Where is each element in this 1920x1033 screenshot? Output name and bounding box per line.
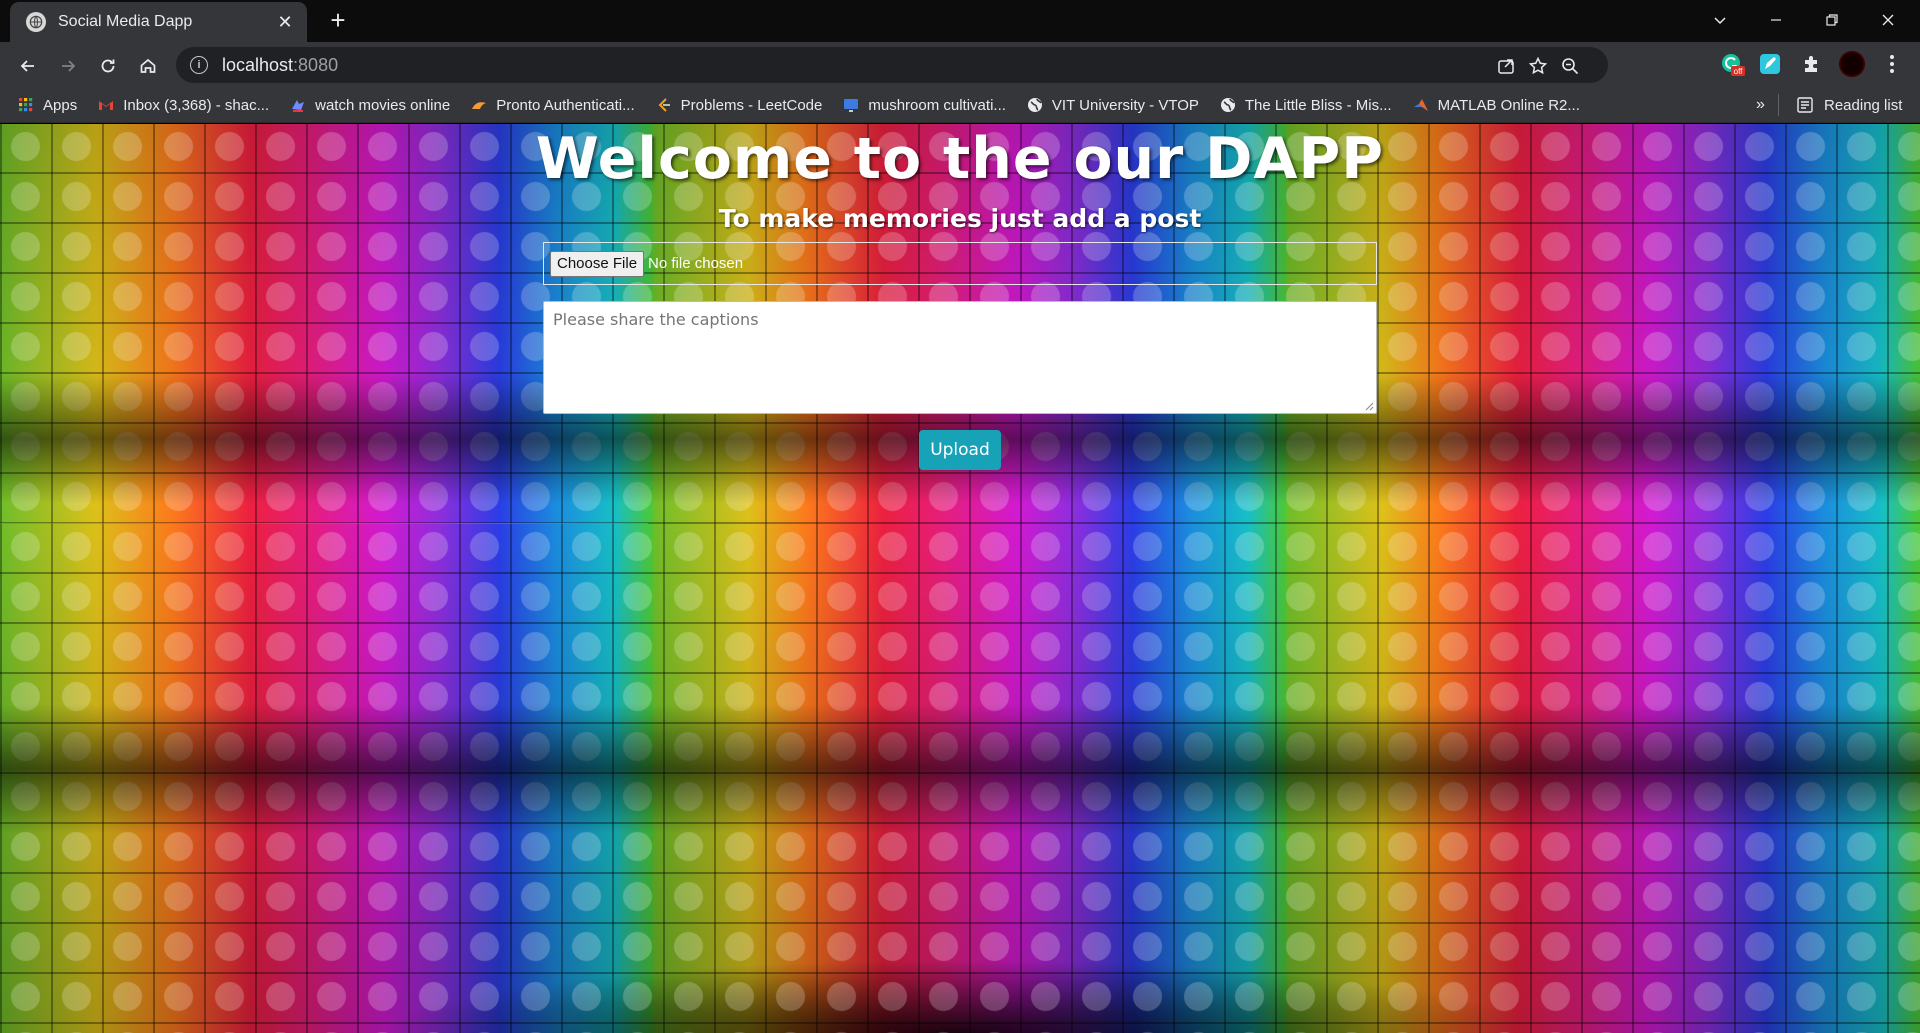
profile-avatar[interactable] [1838,50,1866,78]
tab-social-media-dapp[interactable]: Social Media Dapp ✕ [10,2,307,42]
minimize-icon[interactable] [1748,0,1804,40]
extension-off-badge: off [1734,67,1744,76]
bookmark-label: MATLAB Online R2... [1437,96,1580,114]
bookmark-star-icon[interactable] [1528,56,1548,76]
bookmark-label: Apps [43,96,78,114]
url-port: :8080 [293,54,339,75]
browser-toolbar: i localhost:8080 [0,42,1920,88]
apps-grid-icon [18,97,34,113]
browser-menu-icon[interactable] [1878,50,1906,78]
extensions-puzzle-icon[interactable] [1798,50,1826,78]
close-tab-icon[interactable]: ✕ [273,12,297,33]
tab-search-icon[interactable] [1692,0,1748,40]
url-host: localhost [222,54,294,75]
bookmark-label: mushroom cultivati... [868,96,1006,114]
bookmark-item[interactable]: Pronto Authenticati... [471,96,635,114]
forward-arrow-icon[interactable] [52,50,84,82]
choose-file-button[interactable]: Choose File [550,250,645,277]
reload-icon[interactable] [92,50,124,82]
home-icon[interactable] [132,50,164,82]
file-status: No file chosen [648,255,744,272]
globe-icon [1027,97,1043,113]
bookmark-label: Pronto Authenticati... [496,96,635,114]
bookmark-label: The Little Bliss - Mis... [1244,96,1392,114]
bookmark-label: Problems - LeetCode [680,96,823,114]
restore-icon[interactable] [1804,0,1860,40]
zoom-icon[interactable] [1560,56,1580,76]
page-title: Welcome to the our DAPP [535,126,1385,192]
caption-textarea[interactable]: Please share the captions [543,301,1377,414]
reading-list-button[interactable]: Reading list [1796,96,1902,114]
bookmark-item[interactable]: VIT University - VTOP [1027,97,1199,114]
page-background: Welcome to the our DAPP To make memories… [0,124,1920,1033]
bookmark-item[interactable]: Apps [18,97,77,114]
bookmark-item[interactable]: The Little Bliss - Mis... [1220,97,1392,114]
resize-grip-icon[interactable] [1364,401,1374,411]
tab-title: Social Media Dapp [58,13,193,30]
tab-strip: Social Media Dapp ✕ + [0,0,1920,42]
background-seam [0,523,648,524]
leetcode-icon [656,97,672,113]
page-subtitle: To make memories just add a post [718,204,1202,233]
bookmark-label: watch movies online [315,96,451,114]
gmail-icon [98,97,114,113]
close-window-icon[interactable] [1860,0,1916,40]
video-icon [843,97,859,113]
back-arrow-icon[interactable] [12,50,44,82]
bookmarks-divider [1778,94,1779,116]
pronto-icon [471,97,487,113]
movie-site-icon [290,97,306,113]
matlab-icon [1413,97,1429,113]
address-url: localhost:8080 [222,55,338,76]
share-icon[interactable] [1496,56,1516,76]
bookmark-item[interactable]: mushroom cultivati... [843,97,1006,114]
bookmark-label: Inbox (3,368) - shac... [123,96,270,114]
bookmark-item[interactable]: Inbox (3,368) - shac... [98,97,269,114]
globe-icon [1220,97,1236,113]
site-info-icon[interactable]: i [190,56,208,74]
bookmarks-bar: Apps Inbox (3,368) - shac... watch movies … [0,88,1920,123]
upload-button[interactable]: Upload [919,430,1001,470]
reading-list-label: Reading list [1824,96,1903,114]
globe-icon [26,12,46,32]
grammarly-extension-icon[interactable]: off [1718,50,1746,78]
bookmark-label: VIT University - VTOP [1051,96,1199,114]
reading-list-icon [1797,97,1813,113]
bookmark-item[interactable]: MATLAB Online R2... [1413,97,1580,114]
pen-extension-icon[interactable] [1756,50,1784,78]
bookmark-item[interactable]: Problems - LeetCode [656,96,823,114]
address-bar[interactable]: i localhost:8080 [176,47,1608,83]
new-tab-button[interactable]: + [324,5,352,35]
caption-placeholder: Please share the captions [553,310,759,329]
file-input[interactable]: Choose File No file chosen [543,242,1377,285]
bookmark-item[interactable]: watch movies online [290,97,450,114]
shadow-band [0,704,1920,834]
more-bookmarks-icon[interactable]: » [1756,96,1765,114]
